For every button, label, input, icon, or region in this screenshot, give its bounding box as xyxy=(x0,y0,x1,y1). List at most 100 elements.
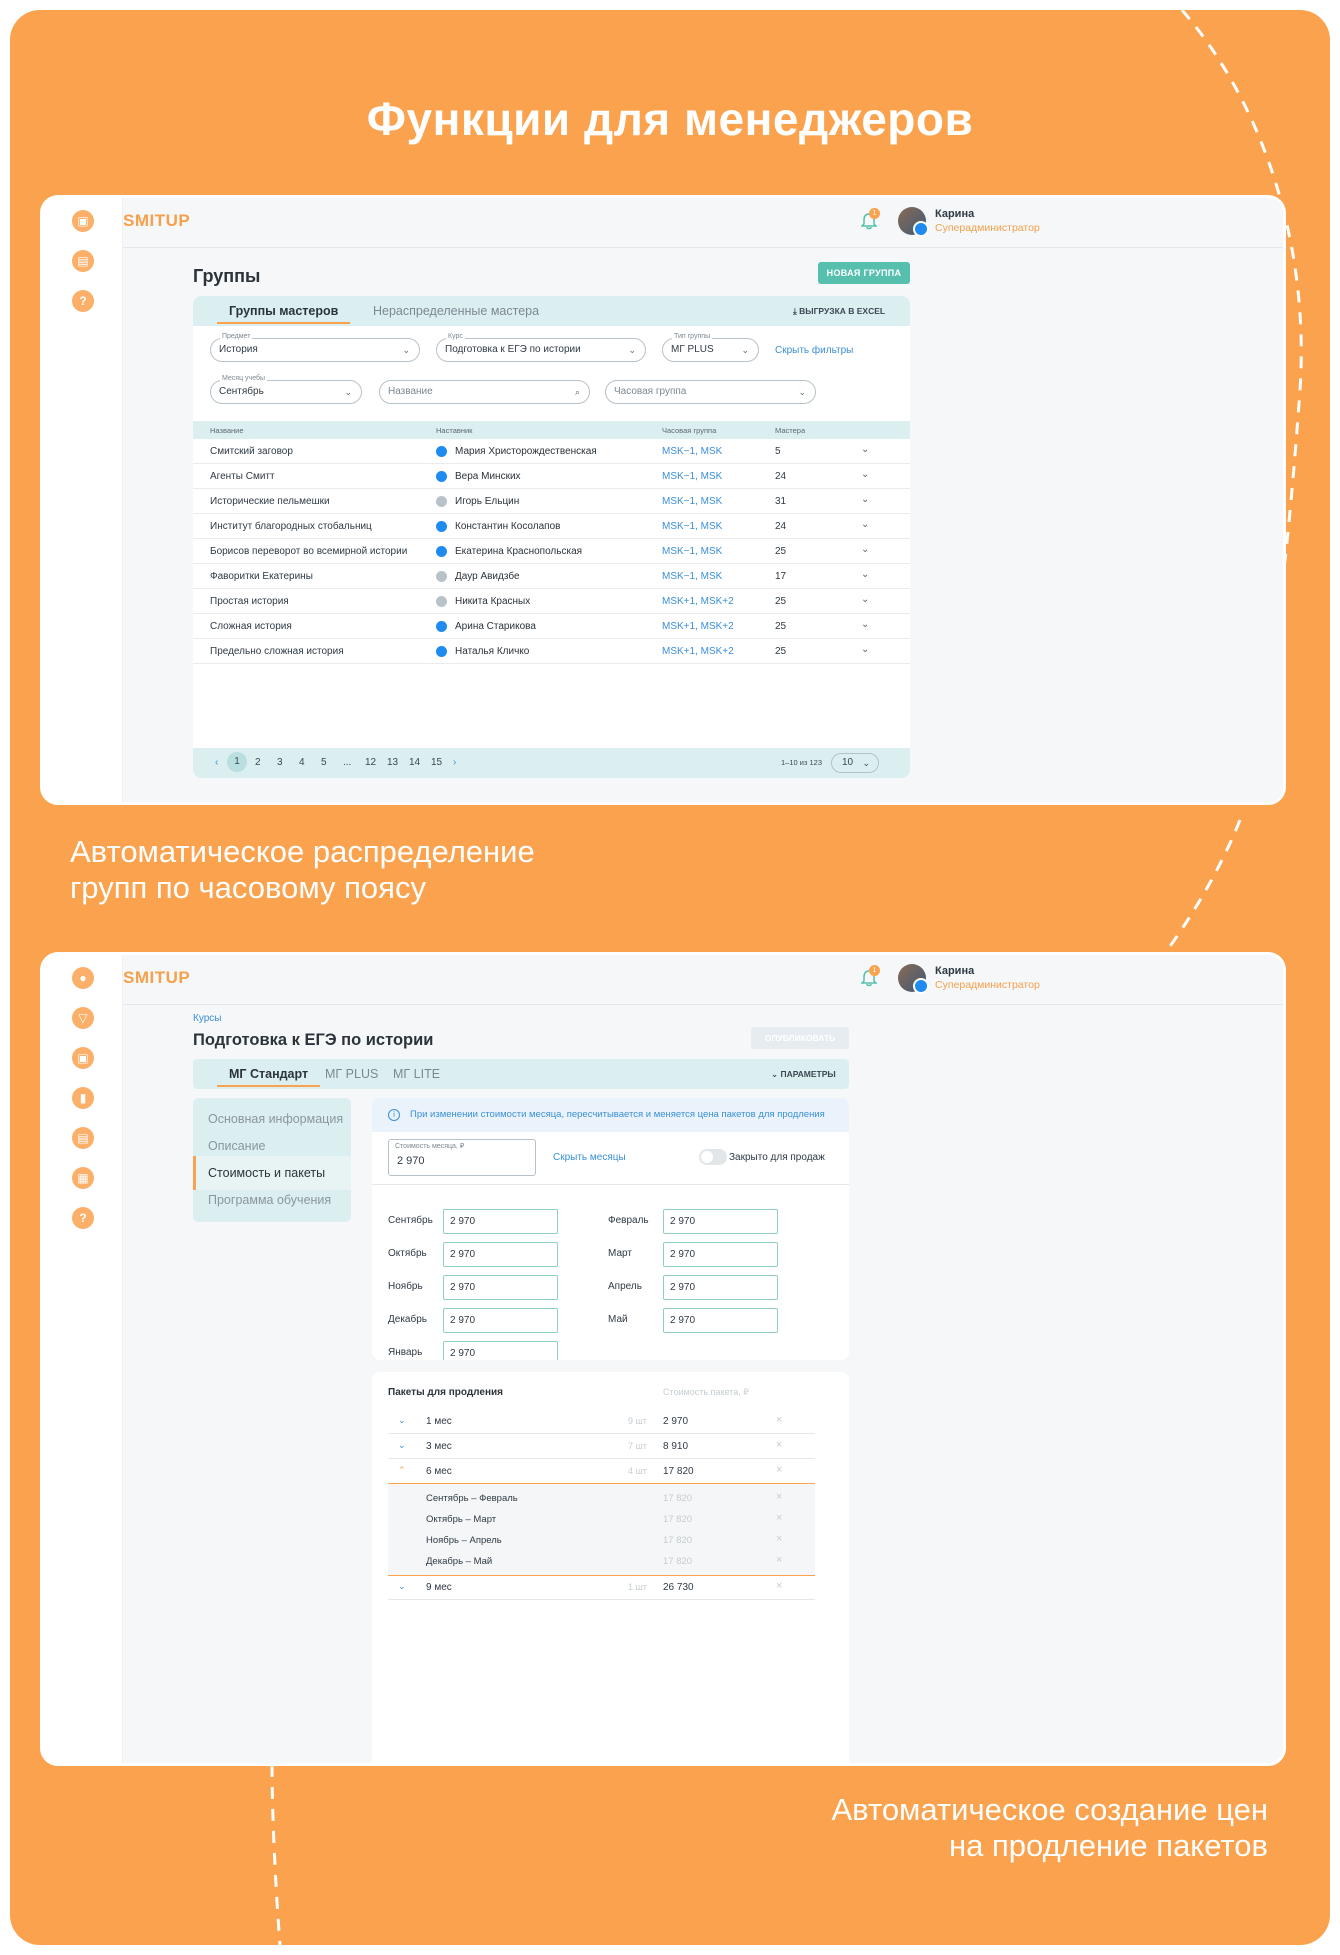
page-link[interactable]: 5 xyxy=(321,757,327,768)
package-row[interactable]: ⌄ 1 мес 9 шт 2 970 × xyxy=(388,1409,815,1434)
page-current[interactable]: 1 xyxy=(227,752,247,772)
course-select[interactable]: Курс Подготовка к ЕГЭ по истории ⌄ xyxy=(436,332,646,362)
month-select[interactable]: Месяц учебы Сентябрь ⌄ xyxy=(210,374,362,404)
next-page-button[interactable]: › xyxy=(453,757,456,768)
new-group-button[interactable]: НОВАЯ ГРУППА xyxy=(818,262,910,284)
hide-filters-link[interactable]: Скрыть фильтры xyxy=(775,345,853,356)
bell-icon[interactable]: 1 xyxy=(860,965,880,987)
chevron-down-icon[interactable]: ⌄ xyxy=(861,444,869,455)
month-price-input[interactable]: Стоимость месяца, ₽ 2 970 xyxy=(388,1139,536,1176)
logo[interactable]: SMITUP xyxy=(123,211,190,231)
bell-icon[interactable]: 1 xyxy=(860,208,880,230)
masters-count: 25 xyxy=(775,596,787,607)
briefcase-icon[interactable]: ▣ xyxy=(72,210,94,232)
page-link[interactable]: 14 xyxy=(409,757,420,768)
export-excel-button[interactable]: ⤓ ВЫГРУЗКА В EXCEL xyxy=(793,296,885,326)
page-link[interactable]: 3 xyxy=(277,757,283,768)
chevron-down-icon[interactable]: ⌄ xyxy=(861,619,869,630)
help-icon[interactable]: ? xyxy=(72,290,94,312)
page-link[interactable]: 4 xyxy=(299,757,305,768)
hour-group-select[interactable]: Часовая группа ⌄ xyxy=(605,380,816,404)
table-row[interactable]: Смитский заговор Мария Христорождественск… xyxy=(193,439,910,464)
tab-unassigned-masters[interactable]: Нераспределенные мастера xyxy=(373,296,539,326)
page-link[interactable]: 2 xyxy=(255,757,261,768)
chevron-down-icon[interactable]: ⌄ xyxy=(861,644,869,655)
page-link[interactable]: ... xyxy=(343,757,351,768)
month-price-input[interactable]: 2 970 xyxy=(663,1275,778,1300)
month-price-input[interactable]: 2 970 xyxy=(443,1275,558,1300)
closed-for-sale-toggle[interactable] xyxy=(699,1149,727,1165)
month-price-input[interactable]: 2 970 xyxy=(663,1242,778,1267)
schedule-icon[interactable]: ▦ xyxy=(72,1167,94,1189)
field-value: МГ PLUS xyxy=(671,344,714,355)
close-icon[interactable]: × xyxy=(776,1580,782,1592)
package-row[interactable]: ⌄ 3 мес 7 шт 8 910 × xyxy=(388,1434,815,1459)
user-icon[interactable]: ● xyxy=(72,967,94,989)
close-icon[interactable]: × xyxy=(776,1554,782,1566)
total-count: 1–10 из 123 xyxy=(781,758,822,767)
page-link[interactable]: 12 xyxy=(365,757,376,768)
period-price: 17 820 xyxy=(663,1535,693,1546)
tab-mg-standard[interactable]: МГ Стандарт xyxy=(216,1059,321,1089)
table-row[interactable]: Фаворитки Екатерины Даур Авидзбе MSK−1, MS… xyxy=(193,564,910,589)
tab-mg-plus[interactable]: МГ PLUS xyxy=(325,1059,378,1089)
table-row[interactable]: Сложная история Арина Старикова MSK+1, MSK… xyxy=(193,614,910,639)
tab-master-groups[interactable]: Группы мастеров xyxy=(216,296,351,326)
chevron-down-icon[interactable]: ⌄ xyxy=(861,519,869,530)
table-row[interactable]: Агенты Смитт Вера Минских MSK−1, MSK 24 ⌄ xyxy=(193,464,910,489)
package-row[interactable]: ⌃ 6 мес 4 шт 17 820 × xyxy=(388,1459,815,1484)
table-row[interactable]: Предельно сложная история Наталья Кличко M… xyxy=(193,639,910,664)
close-icon[interactable]: × xyxy=(776,1512,782,1524)
user-menu[interactable]: Карина Суперадминистратор xyxy=(898,964,1040,994)
chevron-down-icon[interactable]: ⌄ xyxy=(861,569,869,580)
chevron-down-icon[interactable]: ⌄ xyxy=(861,469,869,480)
mentor-name: Арина Старикова xyxy=(455,621,536,632)
chevron-down-icon[interactable]: ⌄ xyxy=(398,1440,406,1451)
user-menu[interactable]: Карина Суперадминистратор xyxy=(898,207,1040,237)
table-row[interactable]: Исторические пельмешки Игорь Ельцин MSK−1,… xyxy=(193,489,910,514)
parameters-button[interactable]: ⌄ ПАРАМЕТРЫ xyxy=(771,1059,836,1089)
sidenav-item-program[interactable]: Программа обучения xyxy=(193,1183,351,1217)
logo[interactable]: SMITUP xyxy=(123,968,190,988)
tab-mg-lite[interactable]: МГ LITE xyxy=(393,1059,440,1089)
help-icon[interactable]: ? xyxy=(72,1207,94,1229)
table-row[interactable]: Простая история Никита Красных MSK+1, MSK+… xyxy=(193,589,910,614)
breadcrumb[interactable]: Курсы xyxy=(193,1013,221,1024)
close-icon[interactable]: × xyxy=(776,1464,782,1476)
hour-group: MSK+1, MSK+2 xyxy=(662,596,734,607)
publish-button[interactable]: ОПУБЛИКОВАТЬ xyxy=(751,1027,849,1049)
group-type-select[interactable]: Тип группы МГ PLUS ⌄ xyxy=(662,332,759,362)
page-link[interactable]: 13 xyxy=(387,757,398,768)
close-icon[interactable]: × xyxy=(776,1533,782,1545)
hide-months-link[interactable]: Скрыть месяцы xyxy=(553,1152,626,1163)
month-price-input[interactable]: 2 970 xyxy=(663,1308,778,1333)
briefcase-icon[interactable]: ▣ xyxy=(72,1047,94,1069)
close-icon[interactable]: × xyxy=(776,1414,782,1426)
table-row[interactable]: Борисов переворот во всемирной истории Ек… xyxy=(193,539,910,564)
table-row[interactable]: Институт благородных стобальниц Константи… xyxy=(193,514,910,539)
chevron-down-icon[interactable]: ⌄ xyxy=(861,594,869,605)
per-page-select[interactable]: 10 ⌄ xyxy=(831,753,879,773)
book-icon[interactable]: ▤ xyxy=(72,1127,94,1149)
subject-select[interactable]: Предмет История ⌄ xyxy=(210,332,420,362)
stats-icon[interactable]: ▮ xyxy=(72,1087,94,1109)
month-price-input[interactable]: 2 970 xyxy=(663,1209,778,1234)
month-price-input[interactable]: 2 970 xyxy=(443,1341,558,1360)
month-price-input[interactable]: 2 970 xyxy=(443,1209,558,1234)
chevron-down-icon[interactable]: ⌄ xyxy=(398,1415,406,1426)
page-link[interactable]: 15 xyxy=(431,757,442,768)
chevron-down-icon[interactable]: ⌄ xyxy=(861,494,869,505)
name-search-input[interactable]: Название ⌕ xyxy=(379,380,590,404)
close-icon[interactable]: × xyxy=(776,1439,782,1451)
close-icon[interactable]: × xyxy=(776,1491,782,1503)
month-price-input[interactable]: 2 970 xyxy=(443,1242,558,1267)
prev-page-button[interactable]: ‹ xyxy=(215,757,218,768)
package-row[interactable]: ⌄ 9 мес 1 шт 26 730 × xyxy=(388,1575,815,1600)
chevron-down-icon[interactable]: ⌄ xyxy=(861,544,869,555)
book-icon[interactable]: ▤ xyxy=(72,250,94,272)
chevron-down-icon[interactable]: ⌄ xyxy=(398,1581,406,1592)
month-price-input[interactable]: 2 970 xyxy=(443,1308,558,1333)
chevron-up-icon[interactable]: ⌃ xyxy=(398,1465,406,1476)
caption-timezone: Автоматическое распределение групп по ча… xyxy=(70,834,535,906)
basket-icon[interactable]: ▽ xyxy=(72,1007,94,1029)
